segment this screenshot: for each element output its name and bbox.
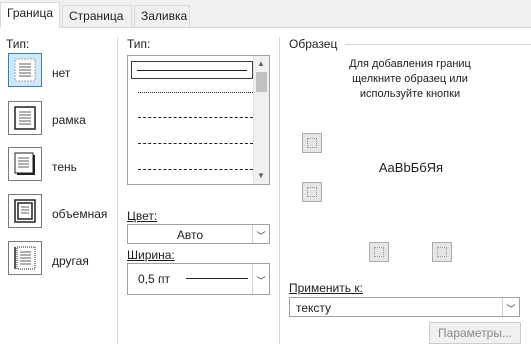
tab-page[interactable]: Страница xyxy=(62,5,132,27)
type-shadow-button[interactable] xyxy=(8,147,42,181)
type-shadow-label: тень xyxy=(52,160,77,174)
left-border-button[interactable] xyxy=(369,242,389,262)
chevron-down-icon[interactable]: ﹀ xyxy=(252,225,269,243)
type-custom-label: другая xyxy=(52,254,89,268)
width-line-preview xyxy=(186,278,248,279)
type-none-button[interactable] xyxy=(8,53,42,87)
separator-left xyxy=(117,37,118,344)
scroll-up-icon[interactable]: ▲ xyxy=(257,59,265,69)
border-3d-icon xyxy=(14,199,36,223)
border-bottom-icon xyxy=(307,187,317,197)
line-style-scrollbar[interactable]: ▲ ▼ xyxy=(253,56,269,184)
scroll-thumb[interactable] xyxy=(256,72,267,92)
preview-title: Образец xyxy=(289,37,338,51)
preview-sample-text[interactable]: AaBbБбЯя xyxy=(366,160,456,175)
apply-label: Применить к: xyxy=(289,281,363,295)
right-border-button[interactable] xyxy=(432,242,452,262)
type-3d-label: объемная xyxy=(52,207,108,221)
type-box-button[interactable] xyxy=(8,101,42,135)
width-label: Ширина: xyxy=(127,248,175,262)
separator-right xyxy=(279,37,280,344)
bottom-border-button[interactable] xyxy=(302,182,322,202)
type-none-label: нет xyxy=(52,66,71,80)
style-title: Тип: xyxy=(127,37,151,51)
apply-label-text: Применить к: xyxy=(289,281,363,295)
tab-border-label: Граница xyxy=(7,6,54,20)
border-none-icon xyxy=(14,58,36,82)
preview-title-rule xyxy=(345,44,531,45)
tab-fill[interactable]: Заливка xyxy=(134,5,190,27)
color-label-text: Цвет: xyxy=(127,209,158,223)
line-style-dashed-small[interactable] xyxy=(138,117,253,118)
chevron-down-icon[interactable]: ﹀ xyxy=(502,298,519,316)
type-title: Тип: xyxy=(6,37,30,51)
border-left-icon xyxy=(374,247,384,257)
options-button[interactable]: Параметры... xyxy=(429,322,521,344)
tab-page-label: Страница xyxy=(69,9,124,23)
border-box-icon xyxy=(14,106,36,130)
border-right-icon xyxy=(437,247,447,257)
color-value: Авто xyxy=(176,228,204,242)
line-style-solid[interactable] xyxy=(131,61,253,79)
tab-bar: Граница Страница Заливка xyxy=(0,0,531,28)
scroll-down-icon[interactable]: ▼ xyxy=(257,171,265,181)
preview-hint: Для добавления границ щелкните образец и… xyxy=(349,58,471,100)
line-style-dashed[interactable] xyxy=(138,143,253,144)
border-custom-icon xyxy=(14,246,36,270)
top-border-button[interactable] xyxy=(302,133,322,153)
apply-value: тексту xyxy=(296,301,332,315)
color-select[interactable]: Авто ﹀ xyxy=(127,224,270,244)
width-label-text: Ширина: xyxy=(127,248,175,262)
width-select[interactable]: 0,5 пт ﹀ xyxy=(127,263,270,295)
border-shadow-icon xyxy=(14,152,35,175)
type-3d-button[interactable] xyxy=(8,194,42,228)
apply-select[interactable]: тексту ﹀ xyxy=(289,297,520,317)
tab-border[interactable]: Граница xyxy=(0,2,60,28)
line-style-dash-dot[interactable] xyxy=(138,169,253,170)
width-value: 0,5 пт xyxy=(138,272,171,286)
solid-line xyxy=(137,70,247,71)
tab-fill-label: Заливка xyxy=(141,9,188,23)
border-top-icon xyxy=(307,138,317,148)
line-style-list[interactable]: ▲ ▼ xyxy=(127,55,270,185)
type-box-label: рамка xyxy=(52,113,86,127)
chevron-down-icon[interactable]: ﹀ xyxy=(252,264,269,294)
color-label: Цвет: xyxy=(127,209,157,223)
line-style-dotted[interactable] xyxy=(138,92,253,93)
type-custom-button[interactable] xyxy=(8,241,42,275)
